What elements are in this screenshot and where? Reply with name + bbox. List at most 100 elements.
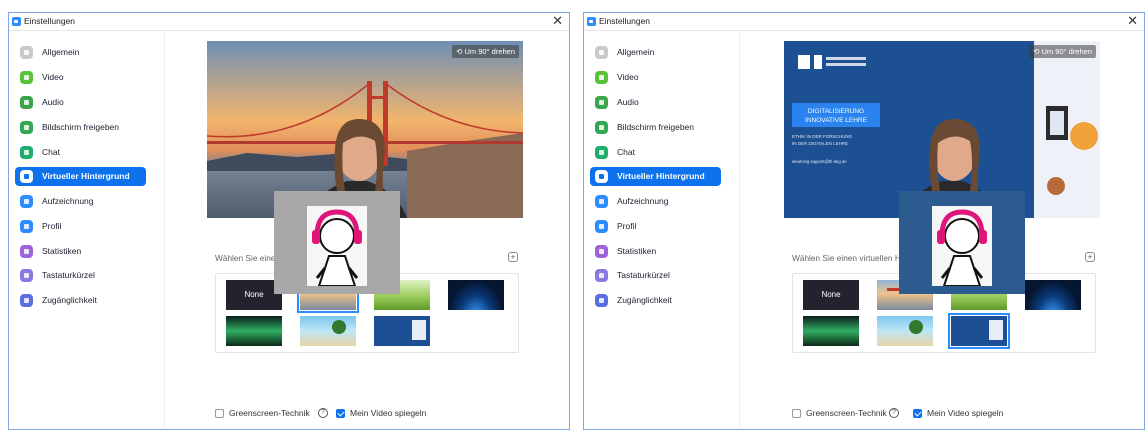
slide-contact: elearning-support@th-deg.de (792, 159, 847, 164)
add-background-button[interactable]: + (1085, 252, 1095, 262)
keyboard-icon (20, 269, 33, 282)
sidebar-item-video[interactable]: Video (15, 68, 146, 87)
sidebar-item-label: Allgemein (42, 47, 80, 57)
close-icon[interactable]: ✕ (1127, 14, 1138, 28)
sidebar-item-statistiken[interactable]: Statistiken (590, 242, 721, 261)
record-icon (20, 195, 33, 208)
sidebar-item-zugaenglichkeit[interactable]: Zugänglichkeit (15, 291, 146, 310)
sidebar-item-label: Zugänglichkeit (42, 295, 97, 305)
greenscreen-checkbox[interactable] (215, 409, 224, 418)
profile-icon (20, 220, 33, 233)
background-thumb-earth[interactable] (1025, 280, 1081, 310)
virtual-background-icon (20, 170, 33, 183)
sidebar-item-tastaturkuerzel[interactable]: Tastaturkürzel (590, 266, 721, 285)
background-thumb-beach[interactable] (300, 316, 356, 346)
sidebar-item-label: Tastaturkürzel (617, 270, 670, 280)
sidebar-item-profil[interactable]: Profil (15, 217, 146, 236)
sidebar-item-bildschirm-freigeben[interactable]: Bildschirm freigeben (15, 118, 146, 137)
accessibility-icon (595, 294, 608, 307)
sidebar-item-virtueller-hintergrund[interactable]: Virtueller Hintergrund (15, 167, 146, 186)
settings-window-right: Einstellungen ✕ Allgemein Video Audio Bi… (583, 12, 1145, 430)
options-row: Greenscreen-Technik ? Mein Video spiegel… (215, 408, 555, 422)
gear-icon (20, 46, 33, 59)
sidebar-item-zugaenglichkeit[interactable]: Zugänglichkeit (590, 291, 721, 310)
sidebar-item-label: Audio (617, 97, 639, 107)
sidebar-item-label: Profil (617, 221, 637, 231)
headphones-avatar-icon (937, 209, 987, 286)
sidebar-item-label: Video (617, 72, 639, 82)
greenscreen-checkbox[interactable] (792, 409, 801, 418)
rotate-90-button[interactable]: ⟲ Um 90° drehen (1029, 45, 1096, 58)
settings-window-left: Einstellungen ✕ Allgemein Video Audio Bi… (8, 12, 570, 430)
sidebar-item-label: Bildschirm freigeben (617, 122, 695, 132)
sidebar-item-allgemein[interactable]: Allgemein (590, 43, 721, 62)
mirror-video-checkbox[interactable] (913, 409, 922, 418)
slide-headline-1: DIGITALISIERUNG (808, 108, 864, 115)
slide-headline-2: INNOVATIVE LEHRE (805, 117, 868, 124)
greenscreen-label: Greenscreen-Technik (229, 408, 310, 418)
sidebar-item-profil[interactable]: Profil (590, 217, 721, 236)
headphones-icon (20, 96, 33, 109)
background-thumb-slide[interactable] (374, 316, 430, 346)
headphones-icon (595, 96, 608, 109)
chat-icon (595, 146, 608, 159)
record-icon (595, 195, 608, 208)
sidebar-item-video[interactable]: Video (590, 68, 721, 87)
sidebar-item-chat[interactable]: Chat (590, 143, 721, 162)
sidebar-item-label: Chat (617, 147, 635, 157)
statistics-icon (595, 245, 608, 258)
window-title: Einstellungen (24, 16, 76, 26)
avatar (932, 206, 992, 286)
sidebar-item-label: Video (42, 72, 64, 82)
window-title: Einstellungen (599, 16, 651, 26)
profile-icon (595, 220, 608, 233)
sidebar-item-chat[interactable]: Chat (15, 143, 146, 162)
help-icon[interactable]: ? (318, 408, 328, 418)
sidebar-item-label: Statistiken (42, 246, 82, 256)
sidebar-item-label: Aufzeichnung (42, 196, 94, 206)
sidebar-item-label: Allgemein (617, 47, 655, 57)
sidebar-item-bildschirm-freigeben[interactable]: Bildschirm freigeben (590, 118, 721, 137)
share-screen-icon (595, 121, 608, 134)
rotate-90-button[interactable]: ⟲ Um 90° drehen (452, 45, 519, 58)
virtual-background-icon (595, 170, 608, 183)
accessibility-icon (20, 294, 33, 307)
sidebar-item-label: Bildschirm freigeben (42, 122, 120, 132)
sidebar-item-statistiken[interactable]: Statistiken (15, 242, 146, 261)
close-icon[interactable]: ✕ (552, 14, 563, 28)
avatar (307, 206, 367, 286)
sidebar-item-tastaturkuerzel[interactable]: Tastaturkürzel (15, 266, 146, 285)
sidebar-item-label: Aufzeichnung (617, 196, 669, 206)
slide-body-2: IN DER DIGITALEN LEHRE (792, 141, 848, 146)
sidebar-item-label: Profil (42, 221, 62, 231)
greenscreen-label: Greenscreen-Technik (806, 408, 887, 418)
sidebar-item-aufzeichnung[interactable]: Aufzeichnung (590, 192, 721, 211)
share-screen-icon (20, 121, 33, 134)
mirror-video-label: Mein Video spiegeln (927, 408, 1004, 418)
options-row: Greenscreen-Technik ? Mein Video spiegel… (792, 408, 1132, 422)
background-thumb-earth[interactable] (448, 280, 504, 310)
add-background-button[interactable]: + (508, 252, 518, 262)
sidebar-item-label: Virtueller Hintergrund (617, 171, 705, 181)
sidebar-item-audio[interactable]: Audio (590, 93, 721, 112)
sidebar-item-label: Chat (42, 147, 60, 157)
sidebar-item-audio[interactable]: Audio (15, 93, 146, 112)
settings-sidebar: Allgemein Video Audio Bildschirm freigeb… (584, 32, 740, 429)
background-thumb-aurora[interactable] (803, 316, 859, 346)
background-thumb-slide[interactable] (948, 313, 1010, 349)
sidebar-item-allgemein[interactable]: Allgemein (15, 43, 146, 62)
settings-sidebar: Allgemein Video Audio Bildschirm freigeb… (9, 32, 165, 429)
background-thumb-beach[interactable] (877, 316, 933, 346)
rotate-label: Um 90° drehen (464, 47, 515, 56)
keyboard-icon (595, 269, 608, 282)
mirror-video-checkbox[interactable] (336, 409, 345, 418)
background-thumb-none[interactable]: None (803, 280, 859, 310)
sidebar-item-virtueller-hintergrund[interactable]: Virtueller Hintergrund (590, 167, 721, 186)
avatar-overlay (274, 191, 400, 294)
chat-icon (20, 146, 33, 159)
sidebar-item-aufzeichnung[interactable]: Aufzeichnung (15, 192, 146, 211)
mirror-video-label: Mein Video spiegeln (350, 408, 427, 418)
avatar-overlay (899, 191, 1025, 294)
help-icon[interactable]: ? (889, 408, 899, 418)
background-thumb-aurora[interactable] (226, 316, 282, 346)
